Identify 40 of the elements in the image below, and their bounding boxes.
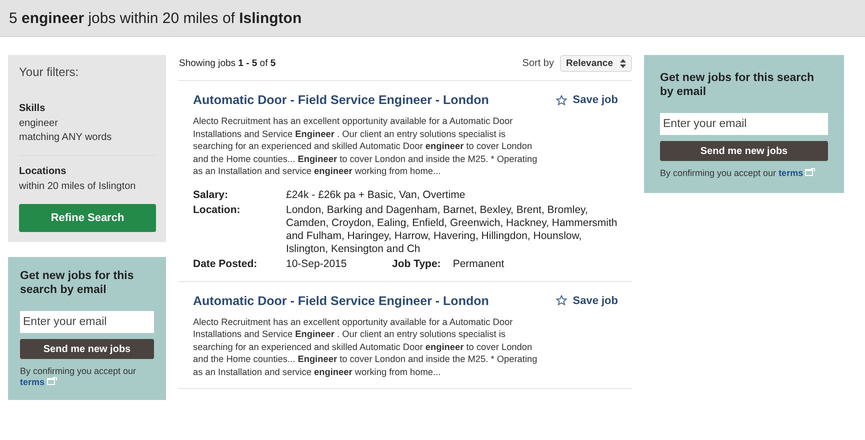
detail-value: London, Barking and Dagenham, Barnet, Bexley, Brent, Bromley, Camden, Croydon, Ealing, Enfield, Greenwich, Hackney, Hammersmith and Fulham, Haringey, Harrow, Havering, Hillingdon, Hounslow, Islington, Kensington and Ch	[286, 204, 618, 256]
email-field[interactable]: Enter your email	[660, 113, 828, 135]
dropdown-arrows-icon	[620, 59, 626, 68]
job-description: Alecto Recruitment has an excellent opportunity available for a Automatic Door Installations and Service Engineer . Our client an entry solutions specialist is searching for an experienced and skilled Automatic Door engineer to cover London and the Home counties... Engineer to cover London and inside the M25. * Operating as an Installation and service engineer working from home...	[193, 316, 538, 378]
detail-label: Date Posted:	[193, 258, 258, 270]
detail-label: Salary:	[193, 188, 230, 202]
send-button[interactable]: Send me new jobs	[660, 141, 828, 161]
send-button[interactable]: Send me new jobs	[20, 339, 154, 359]
detail-label: Job Type:	[392, 258, 441, 270]
email-field[interactable]: Enter your email	[20, 311, 154, 333]
star-icon	[556, 94, 567, 106]
detail-value: 10-Sep-2015	[286, 258, 348, 270]
filters-heading: Your filters:	[19, 65, 80, 79]
detail-value: £24k - £26k pa + Basic, Van, Overtime	[286, 188, 466, 202]
sort-dropdown[interactable]: Relevance	[560, 55, 632, 72]
filter-value: within 20 miles of Islington	[19, 180, 137, 194]
detail-label: Location:	[193, 204, 242, 218]
results-count: Showing jobs 1 - 5 of 5	[179, 58, 276, 69]
consent-text: By confirming you accept our terms	[660, 168, 828, 179]
job-title-link[interactable]: Automatic Door - Field Service Engineer - London	[193, 294, 489, 308]
detail-value: Permanent	[452, 258, 504, 270]
job-title-link[interactable]: Automatic Door - Field Service Engineer - London	[193, 93, 489, 107]
job-description: Alecto Recruitment has an excellent opportunity available for a Automatic Door Installations and Service Engineer . Our client an entry solutions specialist is searching for an experienced and skilled Automatic Door engineer to cover London and the Home counties... Engineer to cover London and inside the M25. * Operating as an Installation and service engineer working from home...	[193, 115, 538, 178]
terms-link[interactable]: terms	[20, 377, 45, 387]
star-icon	[556, 295, 567, 306]
sort-label: Sort by	[522, 58, 554, 69]
external-link-icon	[805, 168, 816, 176]
filter-label: Skills	[19, 103, 46, 114]
save-job-button[interactable]: Save job	[556, 94, 618, 106]
alert-heading: Get new jobs for this search by email	[660, 71, 816, 99]
save-job-button[interactable]: Save job	[556, 294, 618, 306]
terms-link[interactable]: terms	[778, 168, 804, 178]
filter-value: matching ANY words	[19, 131, 113, 145]
consent-text: By confirming you accept our terms	[20, 366, 138, 388]
alert-heading: Get new jobs for this search by email	[20, 269, 135, 297]
filter-value: engineer	[19, 117, 59, 131]
external-link-icon	[46, 377, 57, 385]
results-heading: 5 engineer jobs within 20 miles of Islington	[9, 10, 302, 26]
filter-label: Locations	[19, 166, 68, 177]
refine-search-button[interactable]: Refine Search	[19, 204, 156, 232]
